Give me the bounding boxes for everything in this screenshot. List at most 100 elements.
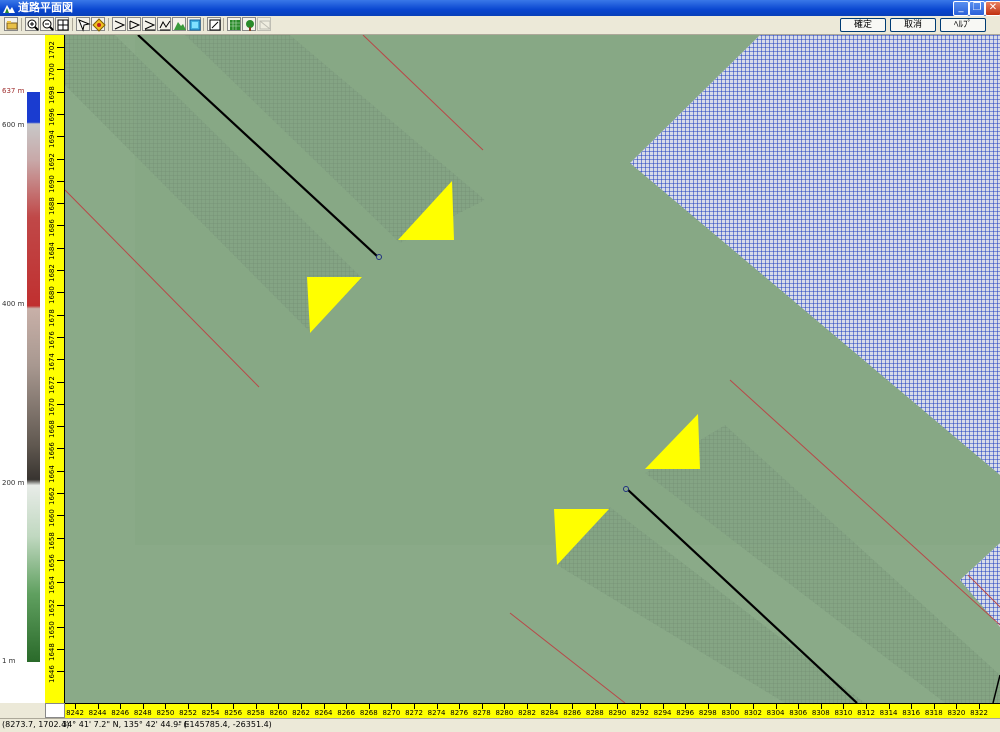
vertical-ruler-label: 1702 bbox=[48, 41, 56, 59]
vertical-ruler-label: 1648 bbox=[48, 643, 56, 662]
vertical-ruler-label: 1652 bbox=[48, 598, 56, 617]
vertical-ruler-label: 1656 bbox=[48, 554, 56, 572]
horizontal-ruler-label: 8268 bbox=[359, 709, 378, 717]
vertical-ruler-label: 1664 bbox=[48, 464, 56, 483]
toolbar-separator bbox=[108, 18, 109, 31]
horizontal-ruler-label: 8254 bbox=[201, 709, 220, 717]
vertical-ruler-label: 1680 bbox=[48, 286, 56, 305]
horizontal-ruler-tick bbox=[956, 704, 958, 709]
horizontal-ruler-tick bbox=[142, 704, 144, 709]
vertical-ruler-tick bbox=[57, 247, 64, 249]
legend-max-label: 637 m bbox=[2, 87, 25, 95]
horizontal-ruler-label: 8272 bbox=[405, 709, 423, 717]
horizontal-ruler-tick bbox=[165, 704, 167, 709]
vertical-ruler-tick bbox=[57, 47, 64, 48]
help-button[interactable]: ﾍﾙﾌﾟ bbox=[940, 18, 986, 32]
tree-icon[interactable] bbox=[242, 17, 256, 31]
vertical-ruler-tick bbox=[57, 381, 64, 383]
horizontal-ruler-label: 8266 bbox=[337, 709, 356, 717]
vertical-ruler: 1702 1700 1698 1696 1694 1692 1690 1688 1686 1684… bbox=[45, 35, 65, 703]
vertical-ruler-tick bbox=[57, 671, 64, 673]
horizontal-ruler: 8242 8244 8246 8248 8250 8252 8254 8256 8258 8260… bbox=[65, 703, 1000, 718]
vertical-ruler-label: 1666 bbox=[48, 442, 56, 461]
map-svg[interactable] bbox=[65, 35, 1000, 703]
ok-button[interactable]: 確定 bbox=[840, 18, 886, 32]
select-area-icon[interactable] bbox=[127, 17, 141, 31]
horizontal-ruler-label: 8260 bbox=[269, 709, 288, 717]
horizontal-ruler-tick bbox=[753, 704, 754, 709]
vertical-ruler-tick bbox=[57, 559, 64, 561]
horizontal-ruler-tick bbox=[323, 704, 325, 709]
vertical-ruler-label: 1678 bbox=[48, 308, 56, 327]
horizontal-ruler-label: 8276 bbox=[450, 709, 469, 717]
vertical-ruler-tick bbox=[57, 314, 64, 316]
select-icon[interactable] bbox=[112, 17, 126, 31]
horizontal-ruler-tick bbox=[843, 704, 845, 709]
terrain-icon[interactable] bbox=[172, 17, 186, 31]
horizontal-ruler-label: 8308 bbox=[811, 709, 830, 717]
horizontal-ruler-label: 8302 bbox=[744, 709, 762, 717]
ruler-corner bbox=[45, 703, 65, 718]
horizontal-ruler-label: 8256 bbox=[224, 709, 243, 717]
pan-icon[interactable] bbox=[76, 17, 91, 32]
close-icon[interactable]: ✕ bbox=[985, 1, 1000, 16]
horizontal-ruler-tick bbox=[707, 704, 709, 709]
zoom-fit-icon[interactable] bbox=[55, 17, 69, 31]
vertical-ruler-label: 1688 bbox=[48, 197, 56, 216]
horizontal-ruler-tick bbox=[120, 704, 122, 709]
horizontal-ruler-tick bbox=[911, 704, 913, 709]
status-latlon: 34° 41' 7.2" N, 135° 42' 44.9" E bbox=[62, 720, 190, 729]
edit-icon[interactable] bbox=[207, 17, 221, 31]
vertical-ruler-tick bbox=[57, 626, 64, 628]
vertical-ruler-tick bbox=[57, 359, 64, 361]
horizontal-ruler-label: 8274 bbox=[427, 709, 446, 717]
layers-icon[interactable] bbox=[187, 17, 201, 31]
map-canvas[interactable] bbox=[65, 35, 1000, 703]
vertical-ruler-label: 1660 bbox=[48, 509, 56, 528]
horizontal-ruler-tick bbox=[979, 704, 980, 709]
restore-icon[interactable]: ❐ bbox=[969, 1, 985, 16]
centerline-node[interactable] bbox=[623, 486, 629, 492]
status-bar: (8273.7, 1702.4) 34° 41' 7.2" N, 135° 42… bbox=[0, 718, 1000, 732]
grid-icon[interactable] bbox=[227, 17, 241, 31]
vertical-ruler-tick bbox=[57, 470, 64, 472]
open-icon[interactable] bbox=[4, 17, 18, 31]
horizontal-ruler-tick bbox=[685, 704, 687, 709]
horizontal-ruler-label: 8310 bbox=[834, 709, 853, 717]
vertical-ruler-tick bbox=[57, 604, 64, 606]
horizontal-ruler-label: 8300 bbox=[721, 709, 740, 717]
disabled-icon bbox=[257, 17, 271, 31]
vertical-ruler-label: 1668 bbox=[48, 420, 56, 439]
horizontal-ruler-label: 8306 bbox=[789, 709, 808, 717]
vertical-ruler-label: 1676 bbox=[48, 331, 56, 349]
select-line-icon[interactable] bbox=[142, 17, 156, 31]
vertical-ruler-tick bbox=[57, 113, 64, 115]
vertical-ruler-tick bbox=[57, 225, 64, 227]
target-icon[interactable] bbox=[91, 17, 106, 32]
horizontal-ruler-tick bbox=[866, 704, 867, 709]
vertical-ruler-label: 1682 bbox=[48, 264, 56, 282]
measure-icon[interactable] bbox=[157, 17, 171, 31]
zoom-out-icon[interactable] bbox=[40, 17, 54, 31]
horizontal-ruler-label: 8246 bbox=[111, 709, 130, 717]
horizontal-ruler-label: 8258 bbox=[246, 709, 265, 717]
vertical-ruler-tick bbox=[57, 158, 64, 160]
cancel-button[interactable]: 取消 bbox=[890, 18, 936, 32]
centerline-node[interactable] bbox=[376, 254, 382, 260]
horizontal-ruler-label: 8244 bbox=[88, 709, 107, 717]
mountain-icon bbox=[3, 2, 15, 13]
vertical-ruler-label: 1670 bbox=[48, 397, 56, 416]
minimize-icon[interactable]: _ bbox=[953, 1, 969, 16]
horizontal-ruler-tick bbox=[640, 704, 641, 709]
horizontal-ruler-tick bbox=[504, 704, 506, 709]
horizontal-ruler-tick bbox=[662, 704, 664, 709]
horizontal-ruler-label: 8318 bbox=[924, 709, 943, 717]
horizontal-ruler-tick bbox=[775, 704, 777, 709]
vertical-ruler-label: 1700 bbox=[48, 63, 56, 82]
legend-400-label: 400 m bbox=[2, 300, 25, 308]
toolbar-separator bbox=[203, 18, 204, 31]
toolbar-separator bbox=[223, 18, 224, 31]
vertical-ruler-label: 1686 bbox=[48, 219, 56, 238]
status-xy: - (-145785.4, -26351.4) bbox=[178, 720, 272, 729]
zoom-in-icon[interactable] bbox=[25, 17, 39, 31]
